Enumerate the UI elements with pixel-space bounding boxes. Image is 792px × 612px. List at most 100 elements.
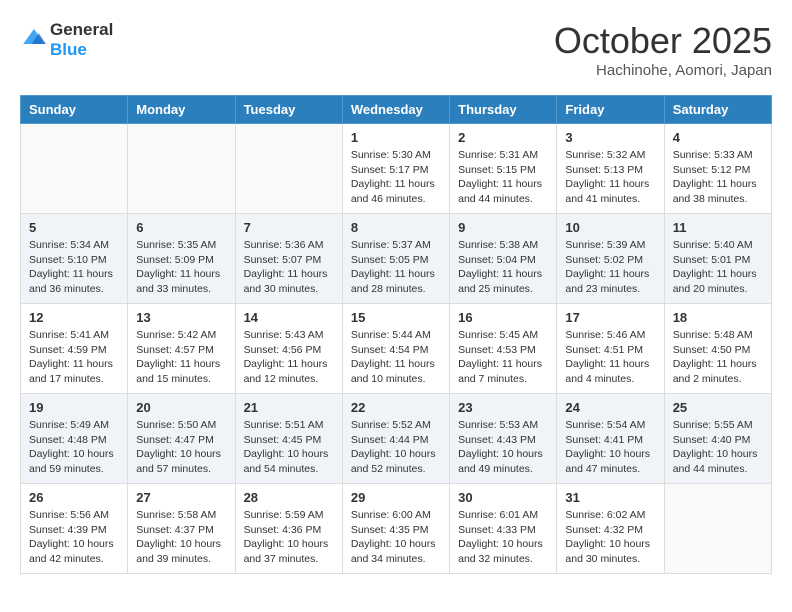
calendar-cell: 19 Sunrise: 5:49 AM Sunset: 4:48 PM Dayli… (21, 394, 128, 484)
day-info: Sunrise: 5:32 AM Sunset: 5:13 PM Dayligh… (565, 148, 655, 207)
day-info: Sunrise: 5:58 AM Sunset: 4:37 PM Dayligh… (136, 508, 226, 567)
day-number: 14 (244, 310, 334, 325)
day-number: 3 (565, 130, 655, 145)
day-info: Sunrise: 5:54 AM Sunset: 4:41 PM Dayligh… (565, 418, 655, 477)
weekday-header-sunday: Sunday (21, 96, 128, 124)
day-info: Sunrise: 5:31 AM Sunset: 5:15 PM Dayligh… (458, 148, 548, 207)
calendar-cell: 12Sunrise: 5:41 AM Sunset: 4:59 PM Dayli… (21, 304, 128, 394)
day-number: 25 (673, 400, 763, 415)
day-number: 10 (565, 220, 655, 235)
day-info: Sunrise: 5:35 AM Sunset: 5:09 PM Dayligh… (136, 238, 226, 297)
calendar-week-row: 12Sunrise: 5:41 AM Sunset: 4:59 PM Dayli… (21, 304, 772, 394)
day-number: 8 (351, 220, 441, 235)
day-number: 1 (351, 130, 441, 145)
day-info: Sunrise: 5:36 AM Sunset: 5:07 PM Dayligh… (244, 238, 334, 297)
day-info: Sunrise: 5:41 AM Sunset: 4:59 PM Dayligh… (29, 328, 119, 387)
day-number: 13 (136, 310, 226, 325)
calendar-cell: 28 Sunrise: 5:59 AM Sunset: 4:36 PM Dayli… (235, 484, 342, 574)
calendar-cell: 31 Sunrise: 6:02 AM Sunset: 4:32 PM Dayli… (557, 484, 664, 574)
calendar-week-row: 5 Sunrise: 5:34 AM Sunset: 5:10 PM Daylig… (21, 214, 772, 304)
calendar-table: SundayMondayTuesdayWednesdayThursdayFrid… (20, 95, 772, 574)
calendar-cell: 6Sunrise: 5:35 AM Sunset: 5:09 PM Daylig… (128, 214, 235, 304)
day-number: 4 (673, 130, 763, 145)
day-number: 27 (136, 490, 226, 505)
calendar-cell: 20 Sunrise: 5:50 AM Sunset: 4:47 PM Dayli… (128, 394, 235, 484)
calendar-cell: 24 Sunrise: 5:54 AM Sunset: 4:41 PM Dayli… (557, 394, 664, 484)
day-number: 5 (29, 220, 119, 235)
weekday-header-saturday: Saturday (664, 96, 771, 124)
calendar-cell: 29 Sunrise: 6:00 AM Sunset: 4:35 PM Dayli… (342, 484, 449, 574)
calendar-cell: 13 Sunrise: 5:42 AM Sunset: 4:57 PM Dayli… (128, 304, 235, 394)
day-number: 11 (673, 220, 763, 235)
weekday-header-row: SundayMondayTuesdayWednesdayThursdayFrid… (21, 96, 772, 124)
calendar-cell: 8Sunrise: 5:37 AM Sunset: 5:05 PM Daylig… (342, 214, 449, 304)
day-number: 21 (244, 400, 334, 415)
calendar-cell: 3 Sunrise: 5:32 AM Sunset: 5:13 PM Daylig… (557, 124, 664, 214)
day-number: 31 (565, 490, 655, 505)
day-number: 28 (244, 490, 334, 505)
day-number: 24 (565, 400, 655, 415)
calendar-cell (235, 124, 342, 214)
page-header: General Blue October 2025 Hachinohe, Aom… (20, 20, 772, 79)
day-number: 7 (244, 220, 334, 235)
day-number: 23 (458, 400, 548, 415)
day-info: Sunrise: 5:53 AM Sunset: 4:43 PM Dayligh… (458, 418, 548, 477)
calendar-cell: 26 Sunrise: 5:56 AM Sunset: 4:39 PM Dayli… (21, 484, 128, 574)
day-number: 26 (29, 490, 119, 505)
calendar-week-row: 19 Sunrise: 5:49 AM Sunset: 4:48 PM Dayli… (21, 394, 772, 484)
day-number: 29 (351, 490, 441, 505)
day-number: 22 (351, 400, 441, 415)
weekday-header-friday: Friday (557, 96, 664, 124)
calendar-cell: 5 Sunrise: 5:34 AM Sunset: 5:10 PM Daylig… (21, 214, 128, 304)
day-info: Sunrise: 6:01 AM Sunset: 4:33 PM Dayligh… (458, 508, 548, 567)
calendar-cell: 30 Sunrise: 6:01 AM Sunset: 4:33 PM Dayli… (450, 484, 557, 574)
day-number: 9 (458, 220, 548, 235)
calendar-cell: 23 Sunrise: 5:53 AM Sunset: 4:43 PM Dayli… (450, 394, 557, 484)
weekday-header-thursday: Thursday (450, 96, 557, 124)
day-info: Sunrise: 5:55 AM Sunset: 4:40 PM Dayligh… (673, 418, 763, 477)
calendar-cell: 11 Sunrise: 5:40 AM Sunset: 5:01 PM Dayli… (664, 214, 771, 304)
day-info: Sunrise: 5:38 AM Sunset: 5:04 PM Dayligh… (458, 238, 548, 297)
calendar-cell: 9 Sunrise: 5:38 AM Sunset: 5:04 PM Daylig… (450, 214, 557, 304)
day-number: 19 (29, 400, 119, 415)
day-info: Sunrise: 5:34 AM Sunset: 5:10 PM Dayligh… (29, 238, 119, 297)
calendar-cell: 27 Sunrise: 5:58 AM Sunset: 4:37 PM Dayli… (128, 484, 235, 574)
calendar-cell: 1Sunrise: 5:30 AM Sunset: 5:17 PM Daylig… (342, 124, 449, 214)
calendar-cell (128, 124, 235, 214)
calendar-cell: 16Sunrise: 5:45 AM Sunset: 4:53 PM Dayli… (450, 304, 557, 394)
calendar-cell (21, 124, 128, 214)
calendar-cell (664, 484, 771, 574)
location: Hachinohe, Aomori, Japan (554, 62, 772, 79)
weekday-header-tuesday: Tuesday (235, 96, 342, 124)
day-number: 17 (565, 310, 655, 325)
title-section: October 2025 Hachinohe, Aomori, Japan (554, 20, 772, 79)
calendar-cell: 4 Sunrise: 5:33 AM Sunset: 5:12 PM Daylig… (664, 124, 771, 214)
calendar-cell: 7 Sunrise: 5:36 AM Sunset: 5:07 PM Daylig… (235, 214, 342, 304)
calendar-cell: 17 Sunrise: 5:46 AM Sunset: 4:51 PM Dayli… (557, 304, 664, 394)
day-info: Sunrise: 5:50 AM Sunset: 4:47 PM Dayligh… (136, 418, 226, 477)
day-info: Sunrise: 5:48 AM Sunset: 4:50 PM Dayligh… (673, 328, 763, 387)
logo-blue: Blue (50, 40, 113, 60)
day-info: Sunrise: 5:44 AM Sunset: 4:54 PM Dayligh… (351, 328, 441, 387)
day-info: Sunrise: 6:02 AM Sunset: 4:32 PM Dayligh… (565, 508, 655, 567)
logo-icon (22, 26, 46, 50)
calendar-week-row: 1Sunrise: 5:30 AM Sunset: 5:17 PM Daylig… (21, 124, 772, 214)
calendar-week-row: 26 Sunrise: 5:56 AM Sunset: 4:39 PM Dayli… (21, 484, 772, 574)
day-info: Sunrise: 5:33 AM Sunset: 5:12 PM Dayligh… (673, 148, 763, 207)
calendar-cell: 22Sunrise: 5:52 AM Sunset: 4:44 PM Dayli… (342, 394, 449, 484)
day-info: Sunrise: 5:39 AM Sunset: 5:02 PM Dayligh… (565, 238, 655, 297)
day-info: Sunrise: 5:56 AM Sunset: 4:39 PM Dayligh… (29, 508, 119, 567)
calendar-cell: 15 Sunrise: 5:44 AM Sunset: 4:54 PM Dayli… (342, 304, 449, 394)
day-number: 15 (351, 310, 441, 325)
day-info: Sunrise: 5:59 AM Sunset: 4:36 PM Dayligh… (244, 508, 334, 567)
day-info: Sunrise: 5:43 AM Sunset: 4:56 PM Dayligh… (244, 328, 334, 387)
calendar-cell: 25 Sunrise: 5:55 AM Sunset: 4:40 PM Dayli… (664, 394, 771, 484)
logo: General Blue (20, 20, 113, 60)
day-info: Sunrise: 5:49 AM Sunset: 4:48 PM Dayligh… (29, 418, 119, 477)
day-info: Sunrise: 5:42 AM Sunset: 4:57 PM Dayligh… (136, 328, 226, 387)
day-info: Sunrise: 5:46 AM Sunset: 4:51 PM Dayligh… (565, 328, 655, 387)
day-info: Sunrise: 6:00 AM Sunset: 4:35 PM Dayligh… (351, 508, 441, 567)
day-number: 30 (458, 490, 548, 505)
day-info: Sunrise: 5:40 AM Sunset: 5:01 PM Dayligh… (673, 238, 763, 297)
day-number: 20 (136, 400, 226, 415)
